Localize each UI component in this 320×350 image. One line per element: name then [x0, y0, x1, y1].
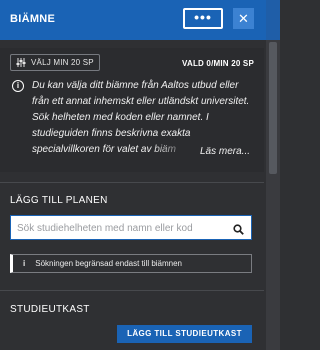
close-button[interactable]: ✕ [233, 8, 254, 29]
search-restriction-notice: i Sökningen begränsad endast till biämne… [10, 254, 252, 273]
info-text-fade [150, 144, 198, 160]
divider [0, 182, 264, 183]
scrollbar-thumb[interactable] [269, 42, 277, 174]
add-to-plan-title: LÄGG TILL PLANEN [10, 195, 108, 206]
more-options-button[interactable]: ••• [183, 8, 223, 29]
notice-text: Sökningen begränsad endast till biämnen [35, 259, 183, 268]
info-icon: i [12, 80, 24, 92]
search-field[interactable] [10, 215, 252, 240]
add-study-draft-button[interactable]: LÄGG TILL STUDIEUTKAST [117, 325, 252, 343]
study-draft-title: STUDIEUTKAST [10, 304, 90, 315]
divider [0, 290, 264, 291]
filter-sliders-icon [16, 58, 26, 67]
panel-title: BIÄMNE [10, 13, 56, 25]
info-icon: i [23, 259, 26, 268]
filter-chip[interactable]: VÄLJ MIN 20 SP [10, 54, 100, 71]
panel-header: BIÄMNE ••• ✕ [0, 0, 280, 40]
search-input[interactable] [17, 220, 225, 236]
header-scroll-track [266, 0, 280, 40]
read-more-link[interactable]: Läs mera... [200, 146, 250, 157]
filter-chip-label: VÄLJ MIN 20 SP [31, 58, 94, 67]
search-icon[interactable] [233, 222, 244, 240]
selected-credits: VALD 0/MIN 20 SP [182, 59, 254, 68]
scrollbar[interactable] [266, 40, 280, 350]
